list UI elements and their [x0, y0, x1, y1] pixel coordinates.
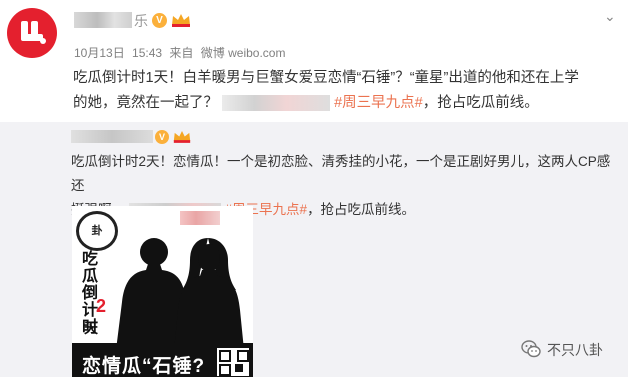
crown-icon	[173, 131, 191, 143]
post-time[interactable]: 15:43	[132, 46, 162, 60]
blurred-mention[interactable]	[222, 95, 331, 112]
wechat-icon	[521, 340, 541, 358]
repost-text-line1: 吃瓜倒计时2天！恋情瓜！一个是初恋脸、清秀挂的小花，一个是正剧好男儿，这两人CP…	[71, 154, 611, 193]
post-image[interactable]: 卦 吃瓜倒计时 2 天 恋情瓜“石锤?	[72, 206, 253, 377]
post-text-line1: 吃瓜倒计时1天！白羊暖男与巨蟹女爱豆恋情“石锤”？“童星”出道的他和还在上学	[73, 70, 579, 86]
crown-icon	[172, 14, 190, 27]
banner-text: 恋情瓜“石锤?	[82, 356, 206, 377]
post-date[interactable]: 10月13日	[74, 46, 125, 60]
blurred-image-label	[180, 211, 220, 225]
post-text-line2: 的她，竟然在一起了？	[73, 95, 218, 111]
repost-username-blurred[interactable]	[71, 130, 153, 143]
post-text: 吃瓜倒计时1天！白羊暖男与巨蟹女爱豆恋情“石锤”？“童星”出道的他和还在上学 的…	[73, 66, 621, 116]
post-source[interactable]: 微博 weibo.com	[201, 46, 286, 60]
post-text-tail: ，抢占吃瓜前线。	[422, 95, 539, 111]
countdown-number: 2	[96, 296, 107, 316]
chevron-down-icon[interactable]: ⌄	[604, 8, 616, 25]
avatar[interactable]	[7, 8, 57, 58]
source-label: 来自	[169, 46, 194, 60]
weibo-post: 乐 V ⌄ 10月13日 15:43 来自 微博 weibo.com 吃瓜倒计时…	[0, 0, 628, 122]
countdown-unit: 天	[84, 320, 98, 336]
couple-silhouette-image	[116, 238, 244, 350]
qr-code-icon	[217, 348, 249, 376]
topic-link[interactable]: #周三早九点#	[334, 95, 423, 111]
verified-badge-icon: V	[155, 130, 169, 144]
post-meta: 10月13日 15:43 来自 微博 weibo.com	[74, 44, 289, 61]
username-blurred[interactable]	[74, 12, 132, 28]
verified-badge-icon: V	[152, 13, 167, 28]
watermark-text: 不只八卦	[547, 342, 603, 358]
repost-text-tail: ，抢占吃瓜前线。	[307, 202, 416, 217]
username-suffix[interactable]: 乐	[134, 11, 148, 31]
